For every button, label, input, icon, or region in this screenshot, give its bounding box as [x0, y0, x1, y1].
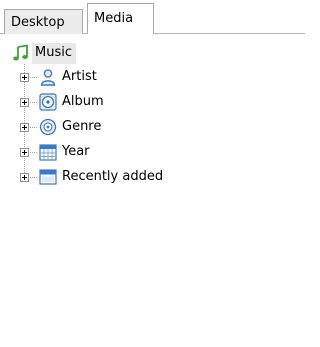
tree-node-music[interactable]: Music: [12, 42, 76, 64]
genre-disc-icon: [39, 118, 57, 136]
window-icon: [39, 169, 57, 185]
calendar-icon: [39, 144, 57, 161]
expand-icon[interactable]: [20, 147, 29, 157]
tab-media[interactable]: Media: [87, 3, 154, 35]
expand-icon[interactable]: [20, 72, 29, 82]
tree-connector: [30, 126, 38, 128]
tree-node-artist[interactable]: Artist: [20, 66, 97, 88]
disc-icon: [39, 93, 57, 111]
tree-node-label: Music: [32, 42, 76, 64]
tree-node-label: Album: [62, 94, 104, 109]
tree-connector: [30, 101, 38, 103]
expand-icon[interactable]: [20, 97, 29, 107]
media-tree: Music Artist Album Genre Year Recently a…: [0, 34, 305, 347]
tree-node-album[interactable]: Album: [20, 91, 104, 113]
tree-node-recently-added[interactable]: Recently added: [20, 166, 163, 188]
tree-node-label: Year: [62, 144, 90, 159]
tree-connector: [30, 176, 38, 178]
media-browser-panel: Desktop Media Music Artist Album Genre Y…: [0, 0, 305, 347]
tree-node-label: Genre: [62, 119, 102, 134]
tree-node-year[interactable]: Year: [20, 141, 90, 163]
tree-node-genre[interactable]: Genre: [20, 116, 101, 138]
tree-node-label: Artist: [62, 69, 97, 84]
person-icon: [40, 69, 56, 86]
music-note-icon: [13, 44, 28, 61]
expand-icon[interactable]: [20, 122, 29, 132]
tree-connector: [30, 151, 38, 153]
tree-node-label: Recently added: [62, 169, 164, 184]
tab-strip: Desktop Media: [0, 0, 305, 35]
tab-desktop[interactable]: Desktop: [4, 9, 83, 34]
expand-icon[interactable]: [20, 172, 29, 182]
tree-connector: [30, 76, 38, 78]
